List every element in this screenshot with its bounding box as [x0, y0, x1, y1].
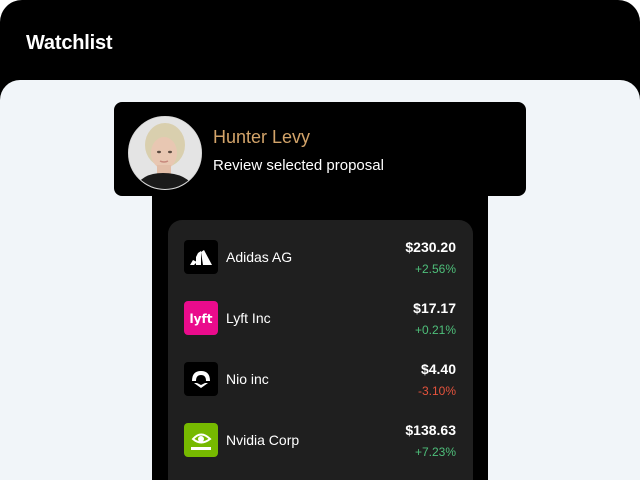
stock-price: $17.17 [413, 300, 456, 316]
list-item[interactable]: lyft Lyft Inc $17.17 +0.21% [168, 281, 473, 337]
adidas-logo-icon [184, 240, 218, 274]
watchlist-card: Adidas AG $230.20 +2.56% lyft Lyft Inc $… [168, 220, 473, 480]
price-change: +2.56% [414, 262, 456, 276]
nvidia-logo-icon [184, 423, 218, 457]
watchlist-page: Watchlist Hunter Levy Review selected pr… [0, 0, 640, 480]
svg-text:lyft: lyft [190, 312, 213, 326]
company-name: Nio inc [226, 371, 269, 387]
stock-price: $230.20 [405, 239, 456, 255]
stock-price: $4.40 [420, 361, 456, 377]
company-name: Nvidia Corp [226, 432, 300, 448]
list-item[interactable]: Adidas AG $230.20 +2.56% [168, 220, 473, 276]
price-change: +7.23% [414, 445, 456, 459]
list-item[interactable]: Nvidia Corp $138.63 +7.23% [168, 403, 473, 459]
price-change: -3.10% [417, 384, 456, 398]
company-name: Adidas AG [226, 249, 293, 265]
lyft-logo-icon: lyft [184, 301, 218, 335]
avatar [128, 116, 202, 190]
profile-subtitle: Review selected proposal [213, 157, 384, 174]
page-title: Watchlist [26, 32, 113, 54]
nio-logo-icon [184, 362, 218, 396]
list-item[interactable]: Nio inc $4.40 -3.10% [168, 342, 473, 398]
company-name: Lyft Inc [226, 310, 271, 326]
price-change: +0.21% [414, 323, 456, 337]
profile-name: Hunter Levy [213, 127, 311, 147]
profile-card[interactable]: Hunter Levy Review selected proposal [114, 102, 526, 196]
stock-price: $138.63 [405, 422, 456, 438]
